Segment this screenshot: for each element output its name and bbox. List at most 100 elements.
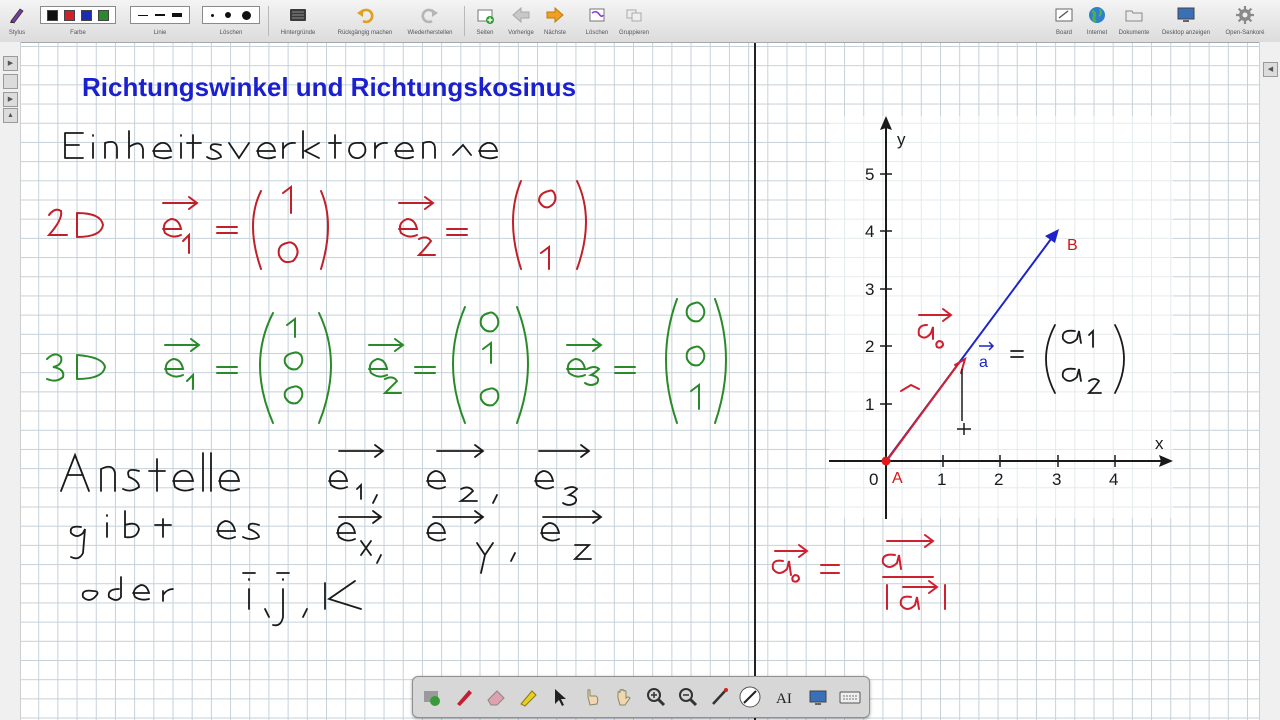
- eraser-size-picker: [202, 6, 260, 24]
- right-panel-strip: ◀: [1259, 42, 1280, 720]
- backgrounds-button[interactable]: Hintergründe: [274, 0, 322, 42]
- globe-icon: [1089, 7, 1105, 24]
- y-tick-1: 1: [865, 395, 874, 414]
- vector-a-arrow-mark: [979, 341, 995, 351]
- color-swatch-green[interactable]: [98, 9, 109, 21]
- documents-label: Dokumente: [1118, 30, 1150, 36]
- marker-icon[interactable]: [517, 686, 539, 708]
- color-swatch-black[interactable]: [47, 9, 58, 21]
- open-sankore-button[interactable]: Open-Sankoré: [1218, 0, 1272, 42]
- library-hat-button[interactable]: ▲: [3, 108, 18, 123]
- tool-palette: AI: [412, 676, 870, 718]
- undo-button[interactable]: Rückgängig machen: [330, 0, 400, 42]
- vector-a-label: a: [979, 354, 988, 371]
- previous-page-button[interactable]: Vorherige: [503, 0, 539, 42]
- show-desktop-button[interactable]: Desktop anzeigen: [1154, 0, 1218, 42]
- documents-button[interactable]: Dokumente: [1114, 0, 1154, 42]
- erase-group: Löschen: [200, 0, 262, 42]
- backgrounds-label: Hintergründe: [280, 30, 316, 36]
- stylus-group[interactable]: Stylus: [2, 0, 32, 42]
- hand-icon[interactable]: [613, 686, 635, 708]
- vector-ab-arrowhead: [1045, 229, 1059, 243]
- color-palette: [40, 6, 116, 24]
- group-icon: [626, 9, 642, 22]
- x-axis-label: x: [1155, 434, 1164, 453]
- color-group: Farbe: [38, 0, 118, 42]
- color-label: Farbe: [70, 30, 86, 36]
- whiteboard-canvas[interactable]: Richtungswinkel und Richtungskosinus 0 1…: [21, 43, 1259, 720]
- erase-label: Löschen: [219, 30, 243, 36]
- eraser-icon[interactable]: [485, 686, 507, 708]
- line-width-picker: [130, 6, 190, 24]
- cursor-crosshair: [957, 369, 971, 435]
- y-axis-label: y: [897, 130, 906, 149]
- handwriting-3d-unit-vectors: [46, 298, 727, 424]
- undo-label: Rückgängig machen: [337, 30, 393, 36]
- page-thumb-button[interactable]: [3, 74, 18, 89]
- eraser-small-button[interactable]: [211, 13, 215, 17]
- next-page-button[interactable]: Nächste: [539, 0, 571, 42]
- backgrounds-icon: [290, 9, 306, 21]
- y-axis-arrow: [880, 116, 892, 130]
- eraser-medium-button[interactable]: [224, 12, 231, 18]
- line-group: Linie: [128, 0, 192, 42]
- pages-label: Seiten: [476, 30, 494, 36]
- x-tick-1: 1: [937, 470, 946, 489]
- group-button[interactable]: Gruppieren: [614, 0, 654, 42]
- zoom-in-icon[interactable]: [645, 686, 667, 708]
- toolbar-separator: [268, 6, 269, 36]
- board-label: Board: [1055, 30, 1072, 36]
- text-tool-icon[interactable]: AI: [773, 686, 795, 708]
- left-panel-expand-button[interactable]: ▶: [3, 56, 18, 71]
- handwriting-vector-components: [1010, 324, 1125, 394]
- stylus-label: Stylus: [8, 30, 26, 36]
- color-swatch-red[interactable]: [64, 9, 75, 21]
- laser-pointer-icon[interactable]: [709, 686, 731, 708]
- line-thick-button[interactable]: [172, 13, 183, 17]
- left-panel-strip: ▶ ▶ ▲: [0, 42, 21, 720]
- main-toolbar: Stylus Farbe Linie Löschen Hintergründe …: [0, 0, 1280, 43]
- color-swatch-blue[interactable]: [81, 9, 92, 21]
- svg-text:AI: AI: [776, 691, 792, 707]
- line-tool-icon[interactable]: [739, 686, 761, 708]
- pen-icon[interactable]: [453, 686, 475, 708]
- internet-label: Internet: [1086, 30, 1108, 36]
- show-desktop-label: Desktop anzeigen: [1161, 30, 1211, 36]
- internet-button[interactable]: Internet: [1080, 0, 1114, 42]
- gear-icon: [1236, 6, 1254, 24]
- arrow-pointer-icon[interactable]: [549, 686, 571, 708]
- tick-labels: 0 1 2 3 4 1 2 3 4 5 x y: [865, 130, 1164, 489]
- x-tick-4: 4: [1109, 470, 1118, 489]
- previous-label: Vorherige: [508, 30, 534, 36]
- handwriting-alternative-notation: [60, 444, 603, 627]
- left-panel-collapse-button[interactable]: ▶: [3, 92, 18, 107]
- eraser-large-button[interactable]: [241, 10, 251, 20]
- add-page-icon: [477, 9, 494, 24]
- x-axis-arrow: [1159, 455, 1173, 467]
- x-tick-3: 3: [1052, 470, 1061, 489]
- open-sankore-label: Open-Sankoré: [1225, 30, 1265, 36]
- zoom-out-icon[interactable]: [677, 686, 699, 708]
- y-tick-5: 5: [865, 165, 874, 184]
- board-button[interactable]: Board: [1048, 0, 1080, 42]
- point-a-label: A: [892, 470, 903, 487]
- capture-icon[interactable]: [807, 686, 829, 708]
- redo-button[interactable]: Wiederherstellen: [400, 0, 460, 42]
- line-thin-button[interactable]: [137, 14, 148, 16]
- monitor-icon: [1177, 7, 1195, 22]
- y-tick-3: 3: [865, 280, 874, 299]
- coordinate-plot: 0 1 2 3 4 1 2 3 4 5 x y A B a: [829, 116, 1173, 519]
- erase-board-button[interactable]: Löschen: [582, 0, 612, 42]
- keyboard-icon[interactable]: [839, 686, 861, 708]
- right-panel-expand-button[interactable]: ◀: [1263, 62, 1278, 77]
- undo-icon: [357, 8, 374, 24]
- line-medium-button[interactable]: [154, 14, 165, 16]
- pages-button[interactable]: Seiten: [470, 0, 500, 42]
- point-b-label: B: [1067, 237, 1078, 254]
- handwriting-layer: 0 1 2 3 4 1 2 3 4 5 x y A B a: [46, 116, 1173, 627]
- x-tick-0: 0: [869, 470, 878, 489]
- play-hand-icon[interactable]: [581, 686, 603, 708]
- line-label: Linie: [153, 30, 167, 36]
- handwriting-unit-vector-formula: [771, 534, 946, 610]
- podcast-icon[interactable]: [421, 686, 443, 708]
